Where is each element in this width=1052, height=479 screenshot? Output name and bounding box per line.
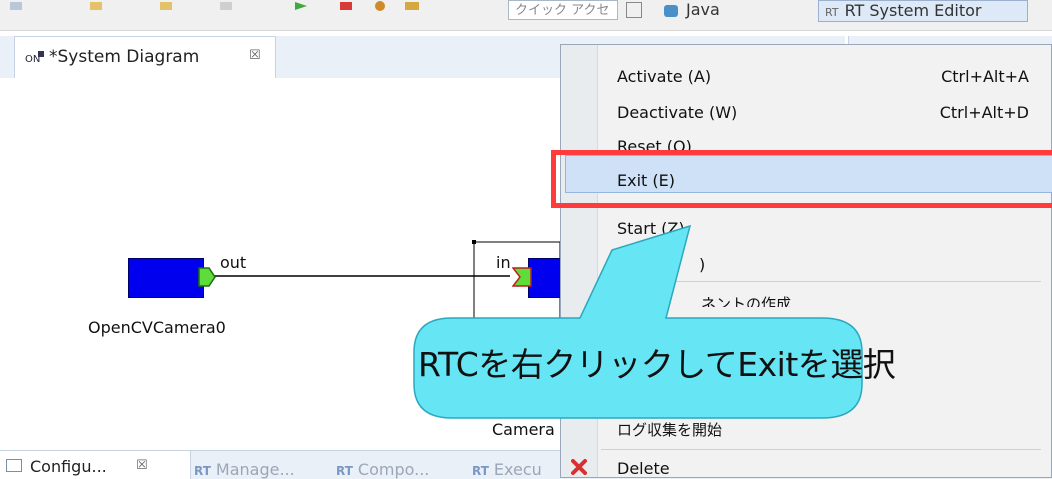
callout-balloon [413,224,863,419]
callout-text: RTCを右クリックしてExitを選択 [418,345,896,384]
